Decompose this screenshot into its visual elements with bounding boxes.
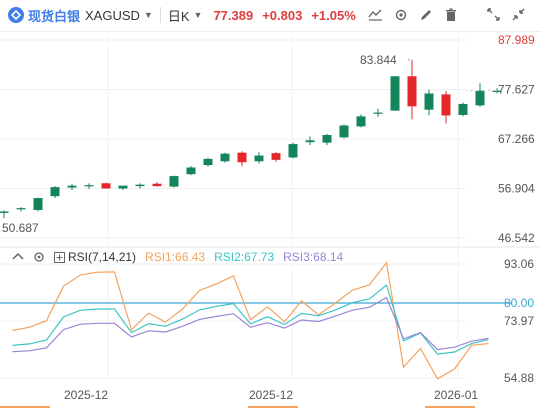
candle-body: [424, 93, 434, 110]
delete-icon[interactable]: [442, 6, 459, 23]
collapse-icon[interactable]: [510, 6, 527, 23]
price-axis-label: 56.904: [498, 181, 535, 195]
candle-body: [356, 116, 366, 127]
rsi1-value: RSI1:66.43: [145, 250, 206, 264]
settings-icon[interactable]: [33, 251, 45, 263]
price-axis-label: 46.542: [498, 231, 535, 245]
collapse-chevron-icon[interactable]: [12, 252, 24, 262]
rsi3-value: RSI3:68.14: [283, 250, 344, 264]
timeframe-selector[interactable]: 日K: [168, 6, 190, 25]
candle-body: [305, 140, 315, 143]
chart-tools: [367, 6, 527, 23]
price-axis-label: 87.989: [498, 33, 535, 47]
candle-body: [169, 176, 179, 187]
price-chart[interactable]: 83.844 50.687 87.989 77.627 67.266 56.904 46.5…: [0, 32, 541, 408]
brand-logo-icon: [8, 7, 24, 23]
candle-body: [118, 185, 128, 189]
price-axis-label: 77.627: [498, 83, 535, 97]
price-change-percent: +1.05%: [311, 7, 356, 23]
chart-line-icon[interactable]: [367, 6, 384, 23]
candle-body: [152, 183, 162, 187]
rsi-legend: RSI(7,14,21) RSI1:66.43 RSI2:67.73 RSI3:…: [12, 250, 343, 264]
candle-body: [237, 152, 247, 163]
candle-body: [135, 184, 145, 187]
min-price-label: 50.687: [2, 221, 39, 235]
candle-body: [33, 198, 43, 211]
candle-body: [407, 76, 417, 107]
candle-body: [441, 94, 451, 116]
candle-body: [390, 76, 400, 111]
candle-body: [288, 144, 298, 158]
rsi-axis-label: 80.00: [504, 296, 534, 310]
candle-body: [475, 90, 485, 106]
price-stats: 77.389 +0.803 +1.05%: [213, 8, 355, 23]
candle-body: [203, 158, 213, 166]
rsi2-value: RSI2:67.73: [214, 250, 275, 264]
symbol-selector[interactable]: XAGUSD: [85, 8, 140, 23]
rsi-series-line: [12, 296, 489, 353]
candle-body: [101, 183, 111, 189]
time-axis-label: 2026-01: [434, 388, 478, 402]
candle-body: [0, 211, 9, 213]
chevron-down-icon[interactable]: ▼: [144, 10, 153, 20]
draw-icon[interactable]: [417, 6, 434, 23]
time-axis-label: 2025-12: [64, 388, 108, 402]
brand-name: 现货白银: [28, 8, 81, 24]
plus-box-icon: [54, 251, 65, 263]
timeframe-chevron-icon[interactable]: ▼: [194, 10, 203, 20]
divider: [159, 7, 161, 23]
candle-body: [322, 135, 332, 143]
time-axis-label: 2025-12: [249, 388, 293, 402]
indicator-selector[interactable]: RSI(7,14,21): [54, 250, 136, 264]
candle-body: [373, 112, 383, 114]
candle-body: [339, 125, 349, 138]
settings-icon[interactable]: [392, 6, 409, 23]
chart-header: 现货白银 XAGUSD ▼ 日K ▼ 77.389 +0.803 +1.05%: [0, 0, 541, 30]
brand[interactable]: 现货白银: [8, 6, 80, 25]
rsi-axis-label: 93.06: [504, 257, 534, 271]
candle-body: [458, 103, 468, 115]
rsi-axis-label: 73.97: [504, 314, 534, 328]
candle-body: [254, 155, 264, 162]
price-change: +0.803: [262, 7, 303, 23]
candle-body: [16, 208, 26, 210]
candle-body: [271, 153, 281, 160]
candle-body: [186, 167, 196, 175]
candle-body: [84, 185, 94, 187]
candle-body: [220, 153, 230, 162]
expand-icon[interactable]: [485, 6, 502, 23]
candle-body: [50, 187, 60, 197]
rsi-indicator-name: RSI(7,14,21): [68, 250, 137, 264]
price-axis-label: 67.266: [498, 132, 535, 146]
max-price-label: 83.844: [360, 53, 397, 67]
rsi-axis-label: 54.88: [504, 371, 534, 385]
candle-body: [67, 185, 77, 188]
current-price: 77.389: [213, 7, 254, 23]
